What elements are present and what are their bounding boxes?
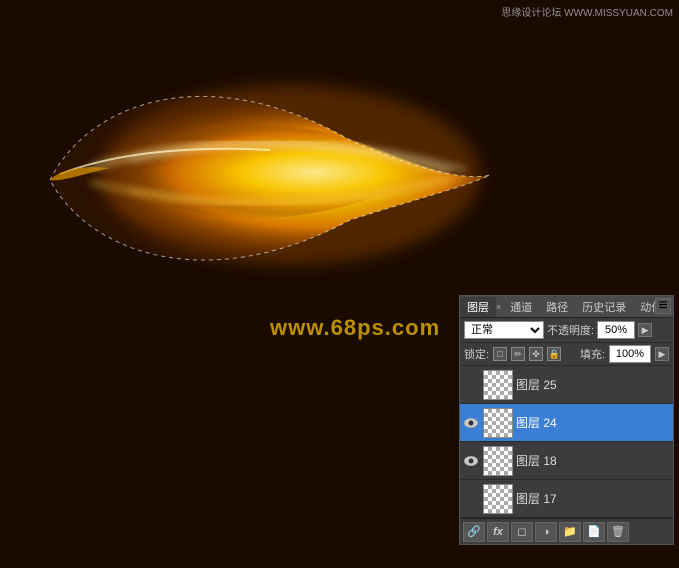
layer-row-25[interactable]: 图层 25 — [460, 366, 673, 404]
fx-button[interactable]: fx — [487, 522, 509, 542]
layer-18-thumb — [483, 446, 513, 476]
eye-icon-24[interactable] — [464, 418, 478, 428]
panel-bottom-toolbar: 🔗 fx ◻ ◑ 📁 📄 🗑 — [460, 518, 673, 544]
tab-paths[interactable]: 路径 — [539, 297, 575, 317]
panel-menu-button[interactable]: ≡ — [655, 298, 671, 314]
layer-row-18[interactable]: 图层 18 — [460, 442, 673, 480]
add-mask-button[interactable]: ◻ — [511, 522, 533, 542]
tab-layers[interactable]: 图层 — [460, 297, 496, 317]
group-button[interactable]: 📁 — [559, 522, 581, 542]
layer-18-visibility[interactable] — [462, 452, 480, 470]
layer-row-17[interactable]: 图层 17 — [460, 480, 673, 518]
layer-17-thumb — [483, 484, 513, 514]
layer-18-name: 图层 18 — [516, 452, 671, 469]
layer-17-vis-empty — [462, 490, 480, 508]
flame-illustration — [30, 20, 530, 340]
layer-25-thumb — [483, 370, 513, 400]
layers-panel: 图层 × 通道 路径 历史记录 动作 ≡ 正常 不透明度: ▶ 锁定: □ ✏ … — [459, 295, 674, 545]
lock-paint-btn[interactable]: ✏ — [511, 347, 525, 361]
fill-arrow[interactable]: ▶ — [655, 347, 669, 361]
lock-transparent-btn[interactable]: □ — [493, 347, 507, 361]
eye-icon-18[interactable] — [464, 456, 478, 466]
opacity-arrow[interactable]: ▶ — [638, 323, 652, 337]
fill-input[interactable] — [609, 345, 651, 363]
layer-24-name: 图层 24 — [516, 414, 671, 431]
link-layers-button[interactable]: 🔗 — [463, 522, 485, 542]
lock-label: 锁定: — [464, 346, 489, 362]
layer-row-24[interactable]: 图层 24 — [460, 404, 673, 442]
lock-all-btn[interactable]: 🔒 — [547, 347, 561, 361]
layer-25-vis-empty — [462, 376, 480, 394]
layer-25-name: 图层 25 — [516, 376, 671, 393]
fill-label: 填充: — [580, 346, 605, 362]
delete-layer-button[interactable]: 🗑 — [607, 522, 629, 542]
lock-row: 锁定: □ ✏ ✜ 🔒 填充: ▶ — [460, 343, 673, 366]
adjustment-button[interactable]: ◑ — [535, 522, 557, 542]
panel-tabs: 图层 × 通道 路径 历史记录 动作 ≡ — [460, 296, 673, 318]
layer-24-visibility[interactable] — [462, 414, 480, 432]
layer-list: 图层 25 图层 24 图层 18 图层 17 — [460, 366, 673, 518]
tab-history[interactable]: 历史记录 — [575, 297, 633, 317]
layer-24-thumb — [483, 408, 513, 438]
opacity-input[interactable] — [597, 321, 635, 339]
tab-layers-close[interactable]: × — [496, 302, 501, 312]
blend-opacity-row: 正常 不透明度: ▶ — [460, 318, 673, 343]
watermark: www.68ps.com — [270, 315, 440, 341]
site-logo: 思缘设计论坛 WWW.MISSYUAN.COM — [501, 4, 673, 19]
layer-17-name: 图层 17 — [516, 490, 671, 507]
lock-move-btn[interactable]: ✜ — [529, 347, 543, 361]
tab-channels[interactable]: 通道 — [503, 297, 539, 317]
blend-mode-select[interactable]: 正常 — [464, 321, 544, 339]
new-layer-button[interactable]: 📄 — [583, 522, 605, 542]
opacity-label: 不透明度: — [547, 322, 594, 338]
